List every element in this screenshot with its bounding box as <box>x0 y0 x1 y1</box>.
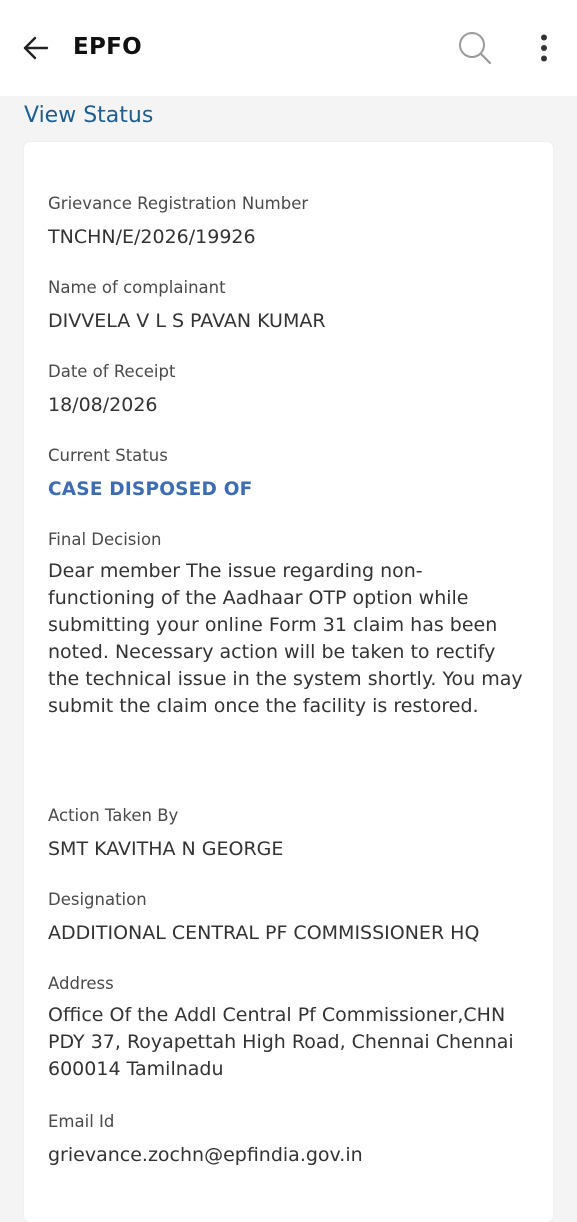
search-icon <box>459 32 492 65</box>
email-field: Email Id grievance.zochn@epfindia.gov.in <box>48 1110 528 1169</box>
current-status-label: Current Status <box>48 446 168 465</box>
section-title: View Status <box>24 103 154 128</box>
address-label: Address <box>48 974 114 993</box>
more-options-button[interactable] <box>526 27 562 69</box>
app-title: EPFO <box>73 34 143 60</box>
address-value: Office Of the Addl Central Pf Commission… <box>48 1004 514 1080</box>
grievance-status-card: Grievance Registration Number TNCHN/E/20… <box>24 142 553 1222</box>
final-decision-field: Final Decision Dear member The issue reg… <box>48 528 528 720</box>
final-decision-value: Dear member The issue regarding non-func… <box>48 560 523 717</box>
date-of-receipt-label: Date of Receipt <box>48 362 176 381</box>
complainant-label: Name of complainant <box>48 278 226 297</box>
current-status-field: Current Status CASE DISPOSED OF <box>48 444 528 503</box>
action-taken-by-value: SMT KAVITHA N GEORGE <box>48 838 284 860</box>
app-bar: EPFO <box>0 0 577 96</box>
date-of-receipt-value: 18/08/2026 <box>48 394 158 416</box>
action-taken-by-field: Action Taken By SMT KAVITHA N GEORGE <box>48 804 528 863</box>
complainant-field: Name of complainant DIVVELA V L S PAVAN … <box>48 276 528 335</box>
final-decision-label: Final Decision <box>48 530 162 549</box>
status-badge: CASE DISPOSED OF <box>48 479 253 500</box>
action-taken-by-label: Action Taken By <box>48 806 179 825</box>
designation-label: Designation <box>48 890 147 909</box>
designation-field: Designation ADDITIONAL CENTRAL PF COMMIS… <box>48 888 528 947</box>
designation-value: ADDITIONAL CENTRAL PF COMMISSIONER HQ <box>48 922 480 944</box>
email-value: grievance.zochn@epfindia.gov.in <box>48 1144 363 1166</box>
address-field: Address Office Of the Addl Central Pf Co… <box>48 972 528 1083</box>
registration-number-label: Grievance Registration Number <box>48 194 309 213</box>
arrow-left-icon <box>23 36 49 60</box>
back-button[interactable] <box>14 26 58 70</box>
date-of-receipt-field: Date of Receipt 18/08/2026 <box>48 360 528 419</box>
email-label: Email Id <box>48 1112 115 1131</box>
complainant-value: DIVVELA V L S PAVAN KUMAR <box>48 310 326 332</box>
more-vertical-icon <box>541 34 547 62</box>
registration-number-field: Grievance Registration Number TNCHN/E/20… <box>48 192 528 251</box>
registration-number-value: TNCHN/E/2026/19926 <box>48 226 256 248</box>
search-button[interactable] <box>452 25 498 71</box>
